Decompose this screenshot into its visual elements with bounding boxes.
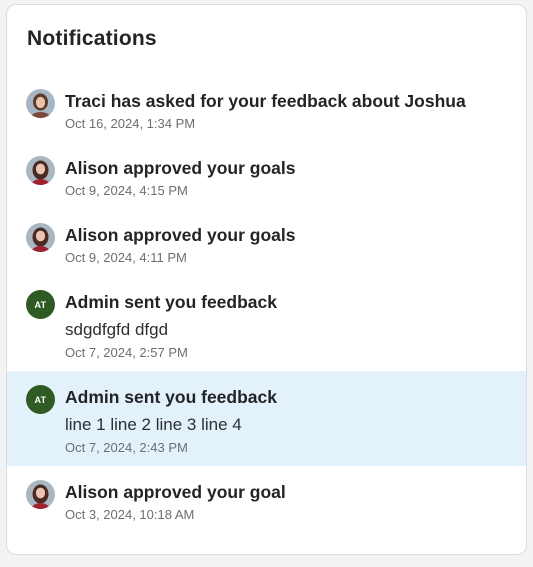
notification-item[interactable]: AT Admin sent you feedback sdgdfgfd dfgd… [7, 276, 526, 371]
notification-title: Alison approved your goals [65, 225, 296, 245]
notification-time: Oct 16, 2024, 1:34 PM [65, 116, 196, 131]
avatar: AT [26, 385, 55, 414]
notification-time: Oct 7, 2024, 2:43 PM [65, 440, 188, 455]
notification-item[interactable]: Alison approved your goals Oct 9, 2024, … [7, 142, 526, 209]
notification-body: line 1 line 2 line 3 line 4 [65, 415, 242, 434]
notification-title: Traci has asked for your feedback about … [65, 91, 466, 111]
avatar [26, 480, 55, 509]
notification-title: Alison approved your goals [65, 158, 296, 178]
avatar [26, 89, 55, 118]
notification-time: Oct 3, 2024, 10:18 AM [65, 507, 195, 522]
notification-title: Admin sent you feedback [65, 292, 277, 312]
panel-title: Notifications [27, 27, 157, 50]
avatar [26, 156, 55, 185]
avatar [26, 223, 55, 252]
notification-item[interactable]: Alison approved your goals Oct 9, 2024, … [7, 209, 526, 276]
notification-title: Alison approved your goal [65, 482, 286, 502]
notification-title: Admin sent you feedback [65, 387, 277, 407]
notification-item[interactable]: Traci has asked for your feedback about … [7, 75, 526, 142]
notification-time: Oct 9, 2024, 4:11 PM [65, 250, 187, 265]
notification-body: sdgdfgfd dfgd [65, 320, 169, 339]
notification-time: Oct 7, 2024, 2:57 PM [65, 345, 188, 360]
avatar: AT [26, 290, 55, 319]
notification-time: Oct 9, 2024, 4:15 PM [65, 183, 188, 198]
notification-item-selected[interactable]: AT Admin sent you feedback line 1 line 2… [7, 371, 526, 466]
notification-item[interactable]: Alison approved your goal Oct 3, 2024, 1… [7, 466, 526, 533]
notification-list: Traci has asked for your feedback about … [7, 75, 526, 533]
notifications-panel: Notifications Traci has asked for your f… [6, 4, 527, 555]
